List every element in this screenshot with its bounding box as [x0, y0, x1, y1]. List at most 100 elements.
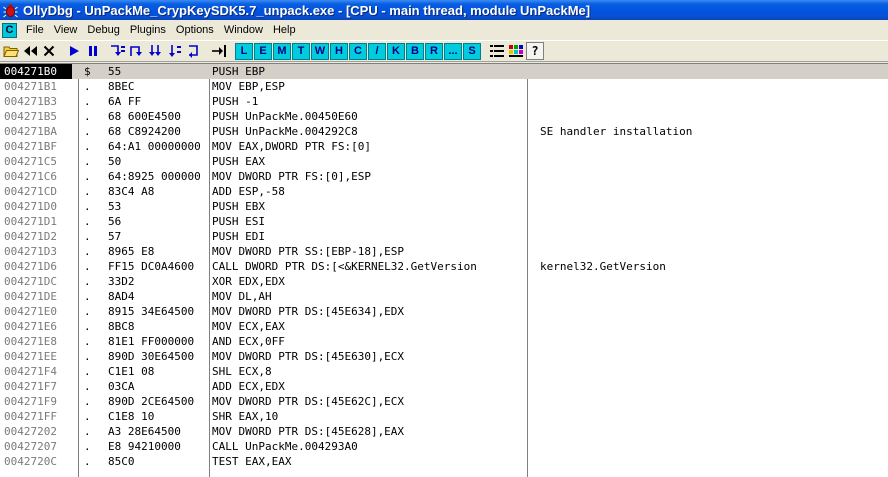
step-over-icon[interactable] — [128, 42, 146, 60]
disasm-row[interactable]: 004271B3. 6A FF PUSH -1 — [0, 94, 888, 109]
hex-dump-cell: 53 — [108, 200, 122, 213]
step-into-icon[interactable] — [109, 42, 127, 60]
handles-button[interactable]: H — [330, 42, 348, 60]
log-window-button[interactable]: L — [235, 42, 253, 60]
address-cell: 004271DE — [4, 290, 57, 303]
menu-bar: C File View Debug Plugins Options Window… — [0, 20, 888, 40]
appearance-colors-icon[interactable] — [507, 42, 525, 60]
menu-help[interactable]: Help — [268, 21, 301, 39]
menu-debug[interactable]: Debug — [82, 21, 124, 39]
disassembly-cell: AND ECX,0FF — [212, 335, 285, 348]
disassembly-cell: MOV DWORD PTR DS:[45E630],ECX — [212, 350, 405, 363]
disasm-row[interactable]: 004271F4. C1E1 08 SHL ECX,8 — [0, 364, 888, 379]
menu-view[interactable]: View — [49, 21, 83, 39]
address-cell: 004271C5 — [4, 155, 57, 168]
hex-dump-cell: 64:8925 000000 — [108, 170, 201, 183]
address-cell: 004271FF — [4, 410, 57, 423]
patches-button[interactable]: / — [368, 42, 386, 60]
trace-into-icon[interactable] — [147, 42, 165, 60]
disassembly-cell: CALL DWORD PTR DS:[<&KERNEL32.GetVersion — [212, 260, 477, 273]
hex-dump-cell: 81E1 FF000000 — [108, 335, 195, 348]
hex-dump-cell: 56 — [108, 215, 122, 228]
marker-cell: . — [84, 440, 91, 453]
disasm-row[interactable]: 004271D1. 56 PUSH ESI — [0, 214, 888, 229]
references-button[interactable]: R — [425, 42, 443, 60]
disasm-row[interactable]: 004271F9. 890D 2CE64500 MOV DWORD PTR DS:[… — [0, 394, 888, 409]
disassembly-cell: PUSH UnPackMe.004292C8 — [212, 125, 358, 138]
help-icon[interactable]: ? — [526, 42, 544, 60]
hex-dump-cell: 33D2 — [108, 275, 135, 288]
menu-plugins[interactable]: Plugins — [125, 21, 171, 39]
marker-cell: . — [84, 455, 91, 468]
disasm-row[interactable]: 004271B0 $55 PUSH EBP — [0, 64, 888, 79]
disasm-row[interactable]: 004271C6. 64:8925 000000 MOV DWORD PTR FS:… — [0, 169, 888, 184]
address-cell: 004271EE — [4, 350, 57, 363]
breakpoints-button[interactable]: B — [406, 42, 424, 60]
disassembly-cell: MOV EAX,DWORD PTR FS:[0] — [212, 140, 371, 153]
execute-till-return-icon[interactable] — [185, 42, 203, 60]
disasm-row[interactable]: 004271E0. 8915 34E64500 MOV DWORD PTR DS:[… — [0, 304, 888, 319]
disasm-row[interactable]: 004271D3. 8965 E8 MOV DWORD PTR SS:[EBP-18… — [0, 244, 888, 259]
restart-icon[interactable] — [21, 42, 39, 60]
disasm-row[interactable]: 004271DC. 33D2 XOR EDX,EDX — [0, 274, 888, 289]
close-program-icon[interactable] — [40, 42, 58, 60]
memory-map-button[interactable]: M — [273, 42, 291, 60]
address-cell: 004271E8 — [4, 335, 57, 348]
hex-dump-cell: 55 — [108, 65, 122, 78]
disasm-row[interactable]: 004271E8. 81E1 FF000000 AND ECX,0FF — [0, 334, 888, 349]
marker-cell: . — [84, 305, 91, 318]
go-to-origin-icon[interactable] — [210, 42, 228, 60]
disasm-row[interactable]: 0042720C. 85C0 TEST EAX,EAX — [0, 454, 888, 469]
list-view-icon[interactable] — [488, 42, 506, 60]
disassembly-cell: MOV DWORD PTR DS:[45E62C],ECX — [212, 395, 405, 408]
disasm-row[interactable]: 004271D0. 53 PUSH EBX — [0, 199, 888, 214]
disasm-row[interactable]: 004271B1. 8BEC MOV EBP,ESP — [0, 79, 888, 94]
disassembly-cell: PUSH UnPackMe.00450E60 — [212, 110, 358, 123]
marker-cell: . — [84, 245, 91, 258]
cpu-window-icon[interactable]: C — [2, 22, 17, 38]
run-icon[interactable] — [65, 42, 83, 60]
menu-window[interactable]: Window — [219, 21, 268, 39]
menu-file[interactable]: File — [21, 21, 49, 39]
hex-dump-cell: 6A FF — [108, 95, 142, 108]
disassembly-cell: ADD ESP,-58 — [212, 185, 285, 198]
disasm-row[interactable]: 004271BA. 68 C8924200 PUSH UnPackMe.004292… — [0, 124, 888, 139]
pause-icon[interactable] — [84, 42, 102, 60]
disasm-row[interactable]: 004271D6. FF15 DC0A4600 CALL DWORD PTR DS:… — [0, 259, 888, 274]
executable-modules-button[interactable]: E — [254, 42, 272, 60]
disasm-row[interactable]: 004271D2. 57 PUSH EDI — [0, 229, 888, 244]
hex-dump-cell: 50 — [108, 155, 122, 168]
marker-cell: . — [84, 395, 91, 408]
disasm-row[interactable]: 00427207. E8 94210000 CALL UnPackMe.004293… — [0, 439, 888, 454]
trace-over-icon[interactable] — [166, 42, 184, 60]
disasm-row[interactable]: 004271C5. 50 PUSH EAX — [0, 154, 888, 169]
threads-button[interactable]: T — [292, 42, 310, 60]
disasm-row[interactable]: 004271DE. 8AD4 MOV DL,AH — [0, 289, 888, 304]
menu-options[interactable]: Options — [171, 21, 219, 39]
hex-dump-cell: 8965 E8 — [108, 245, 155, 258]
title-bar[interactable]: OllyDbg - UnPackMe_CrypKeySDK5.7_unpack.… — [0, 0, 888, 20]
disassembly-pane[interactable]: 004271B0 $55 PUSH EBP 004271B1. 8BEC MOV EBP,… — [0, 63, 888, 477]
ollydbg-bug-icon[interactable] — [3, 3, 18, 18]
marker-cell: . — [84, 410, 91, 423]
windows-button[interactable]: W — [311, 42, 329, 60]
disasm-row[interactable]: 004271F7. 03CA ADD ECX,EDX — [0, 379, 888, 394]
call-stack-button[interactable]: K — [387, 42, 405, 60]
disasm-row[interactable]: 004271FF. C1E8 10 SHR EAX,10 — [0, 409, 888, 424]
marker-cell: . — [84, 155, 91, 168]
disassembly-cell: ADD ECX,EDX — [212, 380, 285, 393]
disassembly-cell: CALL UnPackMe.004293A0 — [212, 440, 358, 453]
disasm-row[interactable]: 004271B5. 68 600E4500 PUSH UnPackMe.00450E… — [0, 109, 888, 124]
disassembly-cell: MOV DWORD PTR DS:[45E634],EDX — [212, 305, 405, 318]
hex-dump-cell: 64:A1 00000000 — [108, 140, 201, 153]
disasm-row[interactable]: 004271CD. 83C4 A8 ADD ESP,-58 — [0, 184, 888, 199]
disasm-row[interactable]: 004271BF. 64:A1 00000000 MOV EAX,DWORD PTR… — [0, 139, 888, 154]
cpu-button[interactable]: C — [349, 42, 367, 60]
disasm-row[interactable]: 004271E6. 8BC8 MOV ECX,EAX — [0, 319, 888, 334]
run-trace-button[interactable]: ... — [444, 42, 462, 60]
disasm-row[interactable]: 00427202. A3 28E64500 MOV DWORD PTR DS:[45… — [0, 424, 888, 439]
open-file-icon[interactable] — [2, 42, 20, 60]
disasm-row[interactable]: 004271EE. 890D 30E64500 MOV DWORD PTR DS:[… — [0, 349, 888, 364]
hex-dump-cell: 8BEC — [108, 80, 135, 93]
source-button[interactable]: S — [463, 42, 481, 60]
